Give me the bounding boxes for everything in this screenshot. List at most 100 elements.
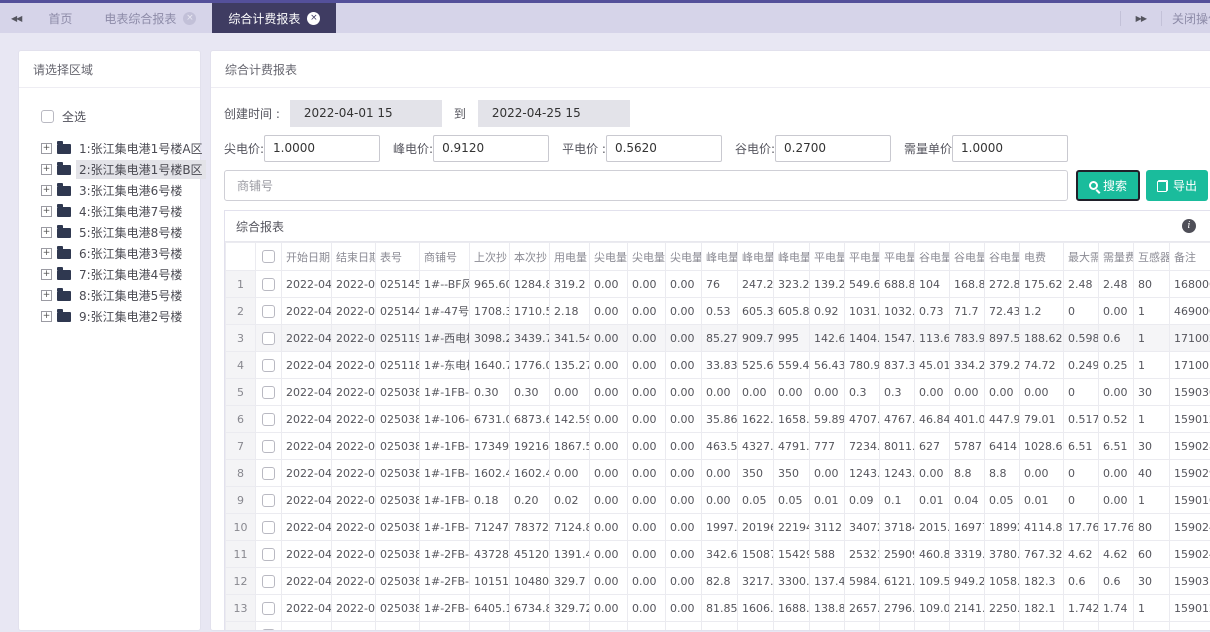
select-all-rows-checkbox[interactable] bbox=[262, 250, 275, 264]
table-row[interactable]: 142022-04-2022-04-025038001#-2FB-1169.03… bbox=[225, 621, 1210, 630]
row-checkbox[interactable] bbox=[262, 385, 275, 399]
tree-item-7[interactable]: 7:张江集电港4号楼 bbox=[41, 264, 194, 285]
row-checkbox[interactable] bbox=[262, 520, 275, 534]
column-header[interactable]: 表号 bbox=[375, 242, 420, 271]
column-header[interactable]: 平电量 bbox=[844, 242, 880, 271]
price-input-sharp[interactable] bbox=[264, 134, 381, 162]
row-checkbox[interactable] bbox=[262, 358, 275, 372]
column-header[interactable]: 平电量 bbox=[879, 242, 915, 271]
row-checkbox[interactable] bbox=[262, 547, 275, 561]
tab-close-icon[interactable] bbox=[183, 11, 197, 25]
column-header[interactable]: 尖电量 bbox=[665, 242, 702, 271]
table-row[interactable]: 22022-04-2022-04-025144001#-47号车1708.317… bbox=[225, 297, 1210, 325]
column-header[interactable]: 互感器 bbox=[1133, 242, 1170, 271]
expand-icon[interactable] bbox=[41, 227, 52, 238]
column-header[interactable]: 谷电量 bbox=[949, 242, 985, 271]
scroll-tabs-left-button[interactable] bbox=[0, 3, 32, 33]
export-button[interactable]: 导出 bbox=[1145, 170, 1208, 201]
start-date-input[interactable]: 2022-04-01 15 bbox=[289, 99, 442, 127]
column-header[interactable]: 尖电量 bbox=[627, 242, 666, 271]
tree-item-5[interactable]: 5:张江集电港8号楼 bbox=[41, 222, 194, 243]
expand-icon[interactable] bbox=[41, 206, 52, 217]
row-checkbox[interactable] bbox=[262, 331, 275, 345]
cell: 319.2 bbox=[549, 270, 590, 298]
column-header[interactable]: 商铺号 bbox=[419, 242, 470, 271]
table-row[interactable]: 62022-04-2022-04-025038001#-106-36731.06… bbox=[225, 405, 1210, 433]
expand-icon[interactable] bbox=[41, 290, 52, 301]
cell: 2022-04- bbox=[331, 540, 376, 568]
column-header[interactable]: 谷电量 bbox=[984, 242, 1020, 271]
table-row[interactable]: 12022-04-2022-04-025145011#--BF风965.6012… bbox=[225, 270, 1210, 298]
expand-icon[interactable] bbox=[41, 248, 52, 259]
expand-icon[interactable] bbox=[41, 185, 52, 196]
column-header[interactable]: 峰电量 bbox=[701, 242, 738, 271]
expand-icon[interactable] bbox=[41, 143, 52, 154]
price-input-valley[interactable] bbox=[775, 134, 891, 162]
row-checkbox[interactable] bbox=[262, 412, 275, 426]
row-checkbox[interactable] bbox=[262, 466, 275, 480]
row-checkbox[interactable] bbox=[262, 628, 275, 630]
row-checkbox[interactable] bbox=[262, 574, 275, 588]
tree-item-8[interactable]: 8:张江集电港5号楼 bbox=[41, 285, 194, 306]
cell: 0.3 bbox=[844, 378, 880, 406]
price-input-demand[interactable] bbox=[952, 134, 1069, 162]
search-button[interactable]: 搜索 bbox=[1075, 170, 1140, 201]
row-checkbox[interactable] bbox=[262, 304, 275, 318]
price-input-flat[interactable] bbox=[605, 134, 722, 162]
column-header[interactable]: 备注 bbox=[1169, 242, 1210, 271]
table-row[interactable]: 72022-04-2022-04-025038001#-1FB-617349.1… bbox=[225, 432, 1210, 460]
price-input-peak[interactable] bbox=[433, 134, 550, 162]
content-area: 请选择区域 全选 1:张江集电港1号楼A区 2:张江集电港1号楼B区 3:张江集电港… bbox=[0, 33, 1210, 631]
row-checkbox[interactable] bbox=[262, 439, 275, 453]
tree-item-9[interactable]: 9:张江集电港2号楼 bbox=[41, 306, 194, 327]
column-header[interactable]: 开始日期 bbox=[281, 242, 332, 271]
select-all-checkbox[interactable] bbox=[41, 110, 54, 123]
end-date-input[interactable]: 2022-04-25 15 bbox=[477, 99, 630, 127]
cell: 102.96 bbox=[844, 621, 880, 630]
tab-meter-report[interactable]: 电表综合报表 bbox=[88, 3, 212, 33]
table-row[interactable]: 132022-04-2022-04-025038001#-2FB-26405.1… bbox=[225, 594, 1210, 622]
column-header[interactable]: 谷电量 bbox=[914, 242, 950, 271]
column-header[interactable]: 最大需 bbox=[1063, 242, 1099, 271]
shop-number-input[interactable] bbox=[224, 170, 1068, 201]
column-header[interactable]: 尖电量 bbox=[589, 242, 628, 271]
tree-item-4[interactable]: 4:张江集电港7号楼 bbox=[41, 201, 194, 222]
info-icon[interactable] bbox=[1182, 219, 1196, 233]
price-label-flat: 平电价 : bbox=[562, 141, 606, 156]
tree-item-6[interactable]: 6:张江集电港3号楼 bbox=[41, 243, 194, 264]
row-checkbox[interactable] bbox=[262, 493, 275, 507]
cell: 45.01 bbox=[914, 351, 950, 379]
column-header[interactable]: 峰电量 bbox=[773, 242, 810, 271]
column-header[interactable]: 峰电量 bbox=[737, 242, 774, 271]
column-header[interactable]: 结束日期 bbox=[331, 242, 376, 271]
column-header[interactable]: 本次抄 bbox=[509, 242, 550, 271]
column-header[interactable]: 平电量 bbox=[809, 242, 845, 271]
column-header[interactable]: 用电量 bbox=[549, 242, 590, 271]
column-header[interactable]: 上次抄 bbox=[469, 242, 510, 271]
column-header[interactable]: 电费 bbox=[1019, 242, 1064, 271]
scroll-tabs-right-button[interactable] bbox=[1125, 14, 1157, 23]
expand-icon[interactable] bbox=[41, 311, 52, 322]
tab-close-icon[interactable] bbox=[307, 11, 321, 25]
table-row[interactable]: 82022-04-2022-04-025038001#-1FB-31602.41… bbox=[225, 459, 1210, 487]
tab-billing-report[interactable]: 综合计费报表 bbox=[212, 3, 337, 33]
table-row[interactable]: 52022-04-2022-04-025038001#-1FB-50.300.3… bbox=[225, 378, 1210, 406]
column-header[interactable]: 需量费 bbox=[1098, 242, 1134, 271]
expand-icon[interactable] bbox=[41, 164, 52, 175]
table-row[interactable]: 112022-04-2022-04-025038001#-2FB-343728.… bbox=[225, 540, 1210, 568]
select-all-row[interactable]: 全选 bbox=[41, 108, 194, 125]
table-row[interactable]: 32022-04-2022-04-025119011#-西电梯3098.2343… bbox=[225, 324, 1210, 352]
tab-home[interactable]: 首页 bbox=[32, 3, 88, 33]
tree-item-1[interactable]: 1:张江集电港1号楼A区 bbox=[41, 138, 203, 159]
table-row[interactable]: 42022-04-2022-04-025118011#-东电梯1640.7177… bbox=[225, 351, 1210, 379]
expand-icon[interactable] bbox=[41, 269, 52, 280]
table-row[interactable]: 122022-04-2022-04-025038001#-2FB-410151.… bbox=[225, 567, 1210, 595]
cell: 3098.2 bbox=[469, 324, 510, 352]
table-row[interactable]: 92022-04-2022-04-025038001#-1FB-20.180.2… bbox=[225, 486, 1210, 514]
table-row[interactable]: 102022-04-2022-04-025038001#-1FB-171247.… bbox=[225, 513, 1210, 541]
row-checkbox[interactable] bbox=[262, 601, 275, 615]
tree-item-3[interactable]: 3:张江集电港6号楼 bbox=[41, 180, 194, 201]
row-checkbox[interactable] bbox=[262, 277, 275, 291]
close-operations-menu[interactable]: 关闭操作 bbox=[1166, 10, 1210, 27]
tree-item-2[interactable]: 2:张江集电港1号楼B区 bbox=[41, 159, 206, 180]
